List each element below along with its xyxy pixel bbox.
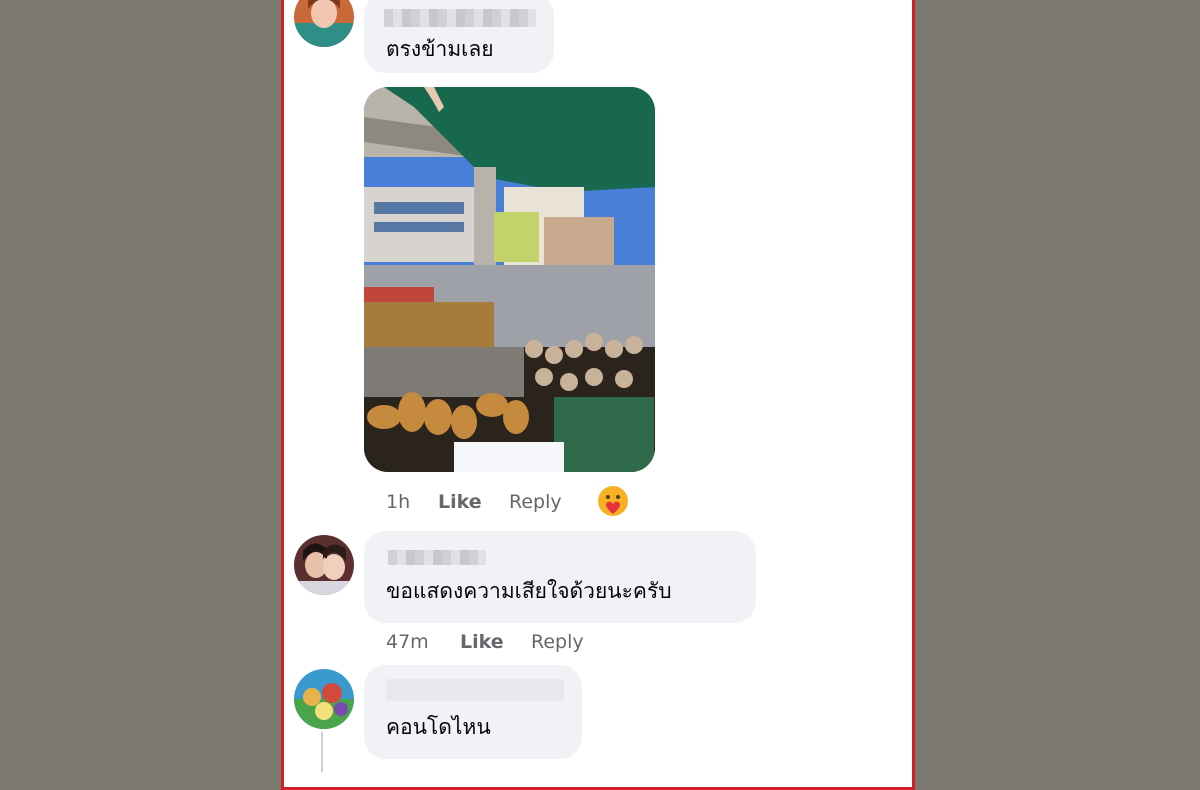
like-button[interactable]: Like	[460, 631, 504, 653]
comment-text: คอนโดไหน	[386, 715, 491, 739]
comment-bubble: ตรงข้ามเลย	[364, 0, 554, 73]
care-reaction-icon[interactable]	[596, 484, 630, 518]
comment-text: ขอแสดงความเสียใจด้วยนะครับ	[386, 579, 672, 603]
comment-timestamp[interactable]: 47m	[386, 631, 429, 653]
like-button[interactable]: Like	[438, 491, 482, 513]
reply-thread-line	[321, 732, 323, 772]
comment-text: ตรงข้ามเลย	[386, 37, 494, 61]
commenter-avatar[interactable]	[294, 669, 354, 729]
commenter-name-blurred[interactable]	[386, 679, 564, 701]
commenter-avatar[interactable]	[294, 535, 354, 595]
comments-panel: ตรงข้ามเลย 1h Like Reply ขอแสดงความเสียใ…	[281, 0, 915, 790]
commenter-avatar[interactable]	[294, 0, 354, 47]
commenter-name-blurred[interactable]	[388, 550, 486, 565]
comment-bubble: คอนโดไหน	[364, 665, 582, 759]
reply-button[interactable]: Reply	[509, 491, 562, 513]
reply-button[interactable]: Reply	[531, 631, 584, 653]
comment-bubble: ขอแสดงความเสียใจด้วยนะครับ	[364, 531, 756, 623]
comment-photo[interactable]	[364, 87, 655, 472]
street-food-photo	[364, 87, 655, 472]
comment-timestamp[interactable]: 1h	[386, 491, 410, 513]
commenter-name-blurred[interactable]	[384, 9, 536, 27]
